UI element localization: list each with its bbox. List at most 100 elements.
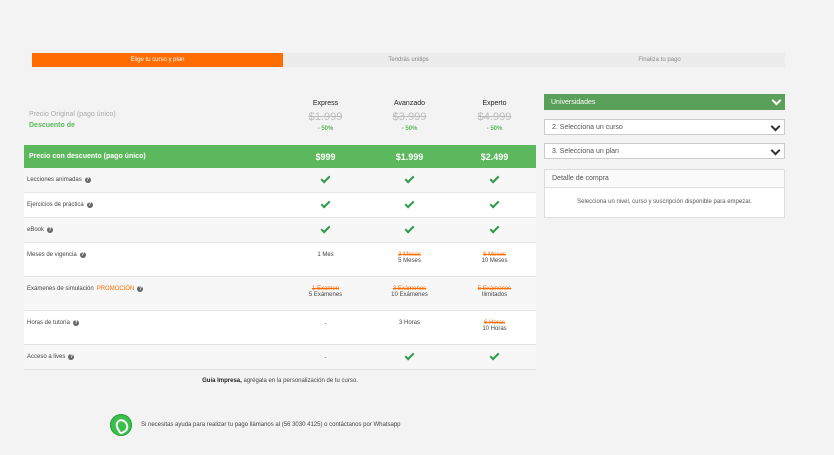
feature-label: Exámenes de simulación PROMOCIÓN? [27, 286, 144, 292]
feature-row: Acceso a lives? - [24, 345, 536, 370]
feature-cell: - [283, 321, 368, 327]
check-icon [489, 198, 500, 208]
course-select[interactable]: 2. Selecciona un curso [544, 119, 785, 135]
feature-cell: 1 Examen 5 Exámenes [283, 286, 368, 298]
feature-cell [452, 198, 537, 208]
plan-discount: - 50% [401, 126, 418, 132]
plan-select-label: 3. Selecciona un plan [552, 147, 619, 155]
promo-tag: PROMOCIÓN [96, 286, 135, 292]
value: Ilimitados [481, 292, 508, 298]
help-icon[interactable]: ? [137, 286, 144, 292]
plans-table: Precio Original (pago único) Descuento d… [24, 93, 536, 370]
feature-cell: 6 Horas 10 Horas [452, 320, 537, 332]
check-icon [404, 173, 415, 183]
step-choose-plan[interactable]: Elige tu curso y plan [32, 53, 283, 67]
feature-cell: 5 Exámenes Ilimitados [452, 286, 537, 298]
price-express: $999 [315, 151, 336, 162]
plan-name: Experto [482, 100, 507, 107]
feature-row: eBook? [24, 218, 536, 243]
plan-original-price: $3.999 [392, 111, 427, 123]
feature-cell [367, 350, 452, 360]
plan-discount: - 50% [486, 126, 503, 132]
feature-cell [367, 173, 452, 183]
check-icon [320, 223, 331, 233]
chevron-down-icon [770, 145, 781, 156]
feature-label-text: Horas de tutoría [27, 320, 71, 326]
help-icon[interactable]: ? [84, 177, 91, 183]
feature-cell [367, 223, 452, 233]
check-icon [404, 198, 415, 208]
purchase-detail-title: Detalle de compra [545, 170, 784, 188]
university-select-label: Universidades [551, 98, 596, 106]
help-banner: Si necesitas ayuda para realizar tu pago… [110, 414, 401, 436]
purchase-detail-message: Selecciona un nivel, curso y suscripción… [577, 199, 752, 205]
help-icon[interactable]: ? [73, 320, 80, 326]
checkout-steps: Elige tu curso y plan Tendrás unitips Fi… [32, 53, 785, 67]
value: 10 Meses [481, 258, 508, 264]
university-select[interactable]: Universidades [544, 94, 785, 110]
value: 5 Meses [398, 258, 421, 264]
help-icon[interactable]: ? [86, 202, 93, 208]
course-select-label: 2. Selecciona un curso [552, 123, 623, 131]
feature-label-text: Acceso a lives [27, 354, 66, 360]
feature-label-text: eBook [27, 227, 45, 233]
feature-cell: 3 Horas [367, 320, 452, 326]
value: 5 Exámenes [308, 292, 343, 298]
discounted-price-label: Precio con descuento (pago único) [29, 153, 146, 160]
whatsapp-icon[interactable] [110, 414, 132, 436]
value: 10 Horas [482, 326, 507, 332]
plan-avanzado[interactable]: Avanzado $3.999 - 50% [367, 100, 452, 132]
plans-header: Precio Original (pago único) Descuento d… [24, 93, 536, 145]
feature-cell: 3 Exámenes 10 Exámenes [367, 286, 452, 298]
feature-cell [283, 173, 368, 183]
feature-cell [452, 223, 537, 233]
help-icon[interactable]: ? [79, 252, 86, 258]
value: 1 Mes [317, 252, 334, 258]
printed-guide-note: Guía Impresa, agrégala en la personaliza… [24, 378, 536, 384]
plan-name: Avanzado [393, 100, 425, 107]
check-icon [320, 198, 331, 208]
plan-name: Express [312, 100, 339, 107]
step-finish-payment[interactable]: Finaliza tu pago [534, 53, 785, 67]
feature-cell [367, 198, 452, 208]
help-icon[interactable]: ? [47, 227, 54, 233]
feature-cell [283, 223, 368, 233]
plan-express[interactable]: Express $1.999 - 50% [283, 100, 368, 132]
note-bold: Guía Impresa, [202, 378, 242, 384]
check-icon [320, 173, 331, 183]
chevron-down-icon [770, 121, 781, 132]
plan-discount: - 50% [317, 126, 334, 132]
value: 10 Exámenes [391, 292, 428, 298]
feature-cell: 6 Meses 10 Meses [452, 252, 537, 264]
feature-row: Lecciones animadas? [24, 168, 536, 193]
discounted-price-row: Precio con descuento (pago único) $999 $… [24, 145, 536, 168]
check-icon [489, 173, 500, 183]
feature-cell: 3 Meses 5 Meses [367, 252, 452, 264]
value: - [324, 355, 327, 361]
feature-label: Ejercicios de práctica? [27, 202, 93, 208]
feature-cell [452, 350, 537, 360]
value: 3 Horas [398, 320, 420, 326]
feature-cell: 1 Mes [283, 252, 368, 258]
feature-cell: - [283, 355, 368, 361]
check-icon [404, 223, 415, 233]
plan-experto[interactable]: Experto $4.999 - 50% [452, 100, 537, 132]
feature-label-text: Lecciones animadas [27, 177, 82, 183]
note-text: agrégala en la personalización de tu cur… [241, 378, 358, 384]
feature-label-text: Meses de vigencia [27, 252, 77, 258]
check-icon [404, 350, 415, 360]
plan-select[interactable]: 3. Selecciona un plan [544, 143, 785, 159]
check-icon [489, 223, 500, 233]
feature-row: Exámenes de simulación PROMOCIÓN? 1 Examen… [24, 277, 536, 311]
feature-label: Horas de tutoría? [27, 320, 80, 326]
price-experto: $2.499 [480, 151, 509, 162]
feature-row: Horas de tutoría? - 3 Horas 6 Horas 10 Horas [24, 311, 536, 345]
feature-row: Meses de vigencia? 1 Mes 3 Meses 5 Meses 6 M… [24, 243, 536, 277]
help-text: Si necesitas ayuda para realizar tu pago… [141, 422, 401, 428]
help-icon[interactable]: ? [68, 354, 75, 360]
step-unitips[interactable]: Tendrás unitips [283, 53, 534, 67]
feature-label: Meses de vigencia? [27, 252, 86, 258]
discount-label: Descuento de [29, 122, 75, 129]
plan-original-price: $1.999 [308, 111, 343, 123]
purchase-detail: Detalle de compra Selecciona un nivel, c… [544, 169, 785, 218]
